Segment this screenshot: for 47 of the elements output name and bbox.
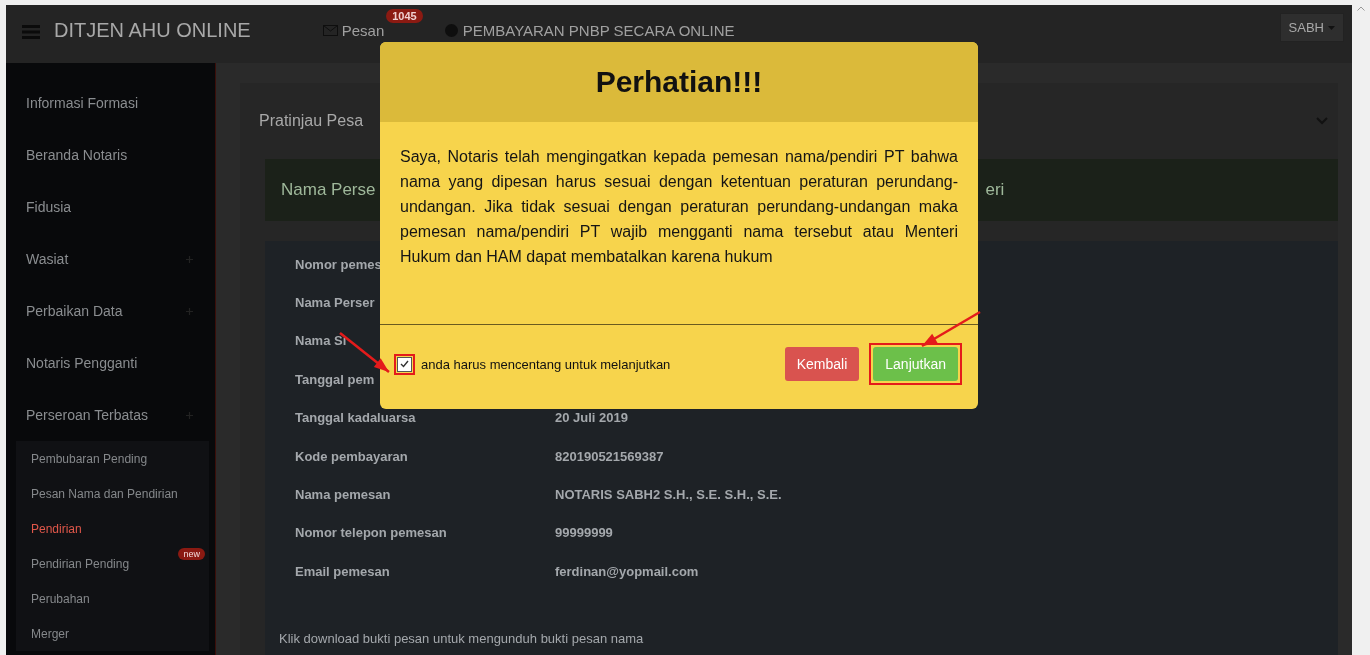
- detail-label: Nama Perser: [295, 295, 376, 311]
- download-note: Klik download bukti pesan untuk mengunduh bukti pesan nama: [279, 630, 645, 646]
- plus-icon: [186, 255, 193, 263]
- alert-text: Nama Perse: [281, 180, 376, 200]
- detail-label: Tanggal kadaluarsa: [295, 410, 417, 426]
- panel-title: Pratinjau Pesa: [259, 112, 364, 130]
- payment-link[interactable]: PEMBAYARAN PNBP SECARA ONLINE: [444, 22, 735, 39]
- scroll-up-icon[interactable]: [1357, 6, 1365, 11]
- sidebar-item[interactable]: Perbaikan Data: [6, 285, 215, 337]
- submenu-item[interactable]: Perubahan: [16, 581, 209, 616]
- plus-icon: [186, 411, 193, 419]
- plus-icon: [186, 307, 193, 315]
- new-badge: new: [178, 548, 205, 560]
- checkbox-label: anda harus mencentang untuk melanjutkan: [421, 356, 671, 372]
- sidebar-item[interactable]: Beranda Notaris: [6, 129, 215, 181]
- detail-label: Nama pemesan: [295, 487, 392, 503]
- check-icon: [400, 360, 409, 368]
- detail-label: Nomor telepon pemesan: [295, 525, 448, 541]
- sidebar-item[interactable]: Fidusia: [6, 181, 215, 233]
- submenu-item[interactable]: Pendirian: [16, 511, 209, 546]
- detail-value: 99999999: [555, 525, 613, 541]
- message-count-badge: 1045: [386, 9, 423, 23]
- submenu-item[interactable]: Pembubaran Pending: [16, 441, 209, 476]
- detail-label: Email pemesan: [295, 563, 391, 579]
- detail-label: Kode pembayaran: [295, 448, 409, 464]
- back-button[interactable]: Kembali: [784, 347, 860, 381]
- detail-value: NOTARIS SABH2 S.H., S.E. S.H., S.E.: [555, 487, 782, 503]
- detail-label: Tanggal pem: [295, 371, 376, 387]
- submenu-item[interactable]: Merger: [16, 616, 209, 651]
- detail-value: 20 Juli 2019: [555, 410, 628, 426]
- detail-label: Nama Si: [295, 333, 348, 349]
- user-menu[interactable]: SABH: [1279, 13, 1344, 42]
- caret-icon: [1328, 25, 1335, 30]
- sidebar-item[interactable]: Perseroan Terbatas: [6, 389, 215, 441]
- detail-value: ferdinan@yopmail.com: [555, 563, 699, 579]
- messages-link[interactable]: Pesan: [322, 22, 385, 39]
- app-title: DITJEN AHU ONLINE: [54, 19, 251, 42]
- submenu-item[interactable]: Pesan Nama dan Pendirian: [16, 476, 209, 511]
- sidebar-item[interactable]: Informasi Formasi: [6, 77, 215, 129]
- submenu-item[interactable]: Pendirian Pending new: [16, 546, 209, 581]
- alert-text: eri: [985, 180, 1005, 200]
- dialog-title: Perhatian!!!: [595, 65, 763, 99]
- sidebar-item[interactable]: Wasiat: [6, 233, 215, 285]
- menu-icon[interactable]: [22, 25, 40, 39]
- sidebar-item[interactable]: Notaris Pengganti: [6, 337, 215, 389]
- detail-value: 820190521569387: [555, 448, 664, 464]
- dialog-message: Saya, Notaris telah mengingatkan kepada pemesan nama/pendiri PT bahwa nama yang dipesan harus sesuai dengan ketentuan peraturan perundang-undangan. Jika tidak sesuai dengan peraturan perundang-undangan maka pemesan nama/pendiri PT wajib mengganti nama tersebut atau Menteri Hukum dan HAM dapat membatalkan karena hukum: [399, 147, 959, 267]
